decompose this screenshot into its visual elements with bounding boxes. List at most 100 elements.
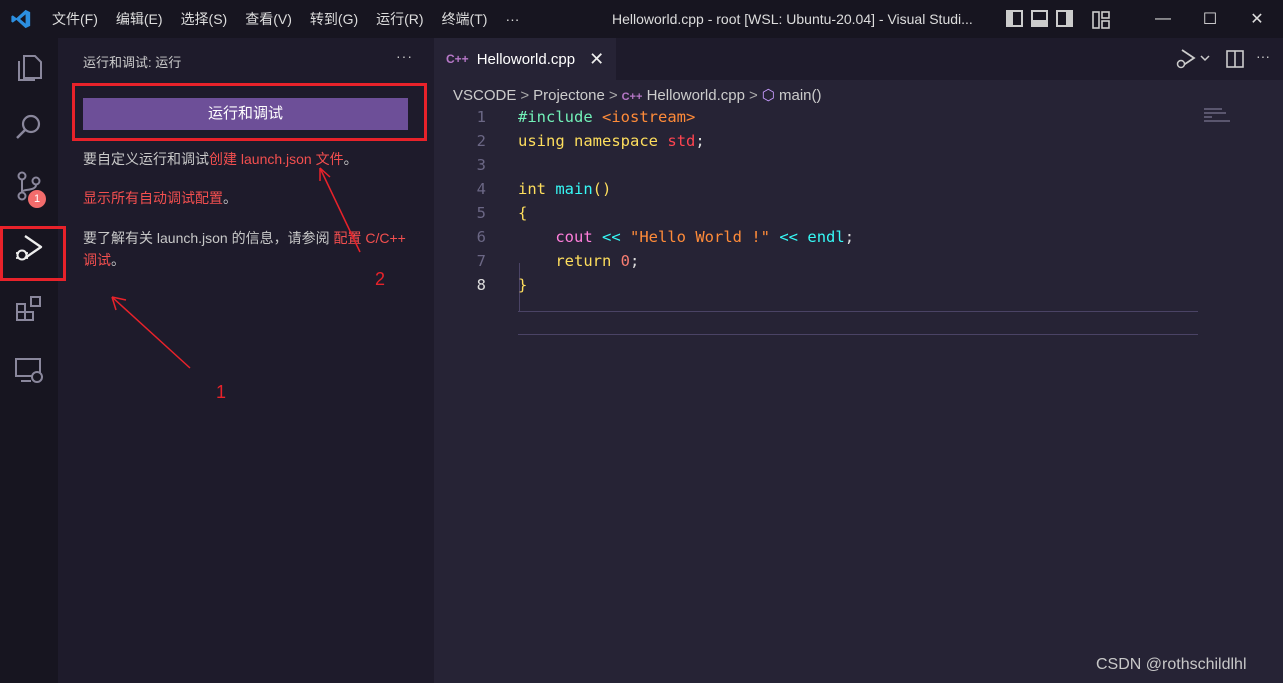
code-token: using — [518, 132, 565, 150]
tab-label: Helloworld.cpp — [476, 50, 576, 68]
breadcrumb-separator: > — [608, 87, 618, 104]
code-token: int — [518, 180, 546, 198]
code-token: <iostream> — [602, 108, 696, 126]
code-token: cout — [555, 228, 593, 246]
toggle-panel-icon[interactable] — [1031, 10, 1048, 27]
sidebar-title: 运行和调试: 运行 — [83, 55, 182, 70]
window-title: Helloworld.cpp - root [WSL: Ubuntu-20.04… — [612, 11, 973, 27]
code-line: 7 return 0; — [434, 252, 1283, 276]
menu-selection[interactable]: 选择(S) — [181, 9, 228, 29]
editor-more-button[interactable]: ··· — [1256, 48, 1270, 64]
line-number: 8 — [476, 276, 486, 294]
code-token: "Hello World !" — [630, 228, 770, 246]
show-auto-debug-link[interactable]: 显示所有自动调试配置 — [83, 190, 223, 206]
sidebar-more-button[interactable]: ··· — [396, 48, 413, 64]
watermark: CSDN @rothschildlhl — [1096, 656, 1247, 673]
line-number: 3 — [476, 156, 486, 174]
show-auto-debug-text: 显示所有自动调试配置。 — [83, 187, 418, 209]
code-token: ; — [630, 252, 640, 270]
search-button[interactable] — [0, 101, 58, 153]
code-token: } — [518, 276, 528, 294]
menu-view[interactable]: 查看(V) — [245, 9, 292, 29]
maximize-button[interactable]: ☐ — [1187, 0, 1233, 38]
code-line: 3 — [434, 156, 1283, 180]
line-number: 7 — [476, 252, 486, 270]
code-token: return — [555, 252, 612, 270]
menu-edit[interactable]: 编辑(E) — [116, 9, 163, 29]
editor-area: C++ Helloworld.cpp ✕ ··· VSCODE > Projecto… — [434, 38, 1283, 683]
annotation-number-1: 1 — [216, 382, 227, 402]
search-icon — [16, 114, 41, 139]
line-number: 2 — [476, 132, 486, 150]
customize-layout-icon[interactable] — [1091, 10, 1111, 30]
annotation-box-run-debug — [0, 226, 66, 281]
line-number: 6 — [476, 228, 486, 246]
method-cube-icon: ⬡ — [761, 87, 775, 104]
launch-info-text: 要了解有关 launch.json 的信息，请参阅 配置 C/C++ 调试。 — [83, 227, 418, 271]
code-token: << — [602, 228, 621, 246]
menu-bar: 文件(F) 编辑(E) 选择(S) 查看(V) 转到(G) 运行(R) 终端(T… — [52, 0, 537, 38]
activity-bar: 1 — [0, 38, 58, 683]
code-line: 5{ — [434, 204, 1283, 228]
code-line: 2 using namespace std; — [434, 132, 1283, 156]
code-token: ; — [695, 132, 705, 150]
create-launch-prefix: 要自定义运行和调试 — [83, 151, 209, 167]
breadcrumb-main[interactable]: main() — [779, 87, 822, 104]
vscode-logo-icon — [11, 9, 31, 29]
show-auto-debug-suffix: 。 — [223, 190, 237, 206]
code-line: 4 int main() — [434, 180, 1283, 204]
menu-terminal[interactable]: 终端(T) — [442, 9, 488, 29]
create-launch-suffix: 。 — [343, 151, 358, 167]
tab-close-icon[interactable]: ✕ — [589, 49, 604, 70]
create-launch-json-link[interactable]: 创建 launch.json 文件 — [209, 151, 344, 167]
close-window-button[interactable]: ✕ — [1234, 0, 1280, 38]
code-token: #include — [518, 108, 593, 126]
split-editor-icon[interactable] — [1226, 50, 1244, 68]
editor-tabs: C++ Helloworld.cpp ✕ ··· — [434, 38, 1283, 80]
run-file-icon[interactable] — [1174, 47, 1198, 71]
code-token: () — [592, 180, 612, 198]
breadcrumb-projectone[interactable]: Projectone — [533, 87, 605, 104]
source-control-button[interactable]: 1 — [0, 160, 58, 212]
code-token: main — [555, 180, 593, 198]
toggle-sidebar-icon[interactable] — [1006, 10, 1023, 27]
layout-controls — [1006, 10, 1111, 30]
line-number: 4 — [476, 180, 486, 198]
extensions-button[interactable] — [0, 283, 58, 335]
code-line: 1 #include <iostream> — [434, 108, 1283, 132]
launch-info-suffix: 。 — [111, 252, 125, 268]
toggle-secondary-sidebar-icon[interactable] — [1056, 10, 1073, 27]
explorer-button[interactable] — [0, 42, 58, 94]
launch-info-prefix: 要了解有关 launch.json 的信息，请参阅 — [83, 230, 334, 246]
menu-more[interactable]: ··· — [505, 11, 519, 27]
current-line-highlight — [518, 311, 1198, 335]
code-token: namespace — [574, 132, 659, 150]
code-line: 8} — [434, 276, 1283, 300]
breadcrumb-separator: > — [748, 87, 758, 104]
code-token: { — [518, 204, 528, 222]
annotation-box-run-button — [72, 83, 427, 141]
line-number: 1 — [476, 108, 486, 126]
code-token: << — [779, 228, 799, 246]
annotation-number-2: 2 — [375, 269, 386, 289]
code-line: 6 cout << "Hello World !" << endl; — [434, 228, 1283, 252]
menu-file[interactable]: 文件(F) — [52, 9, 98, 29]
minimize-button[interactable]: — — [1140, 0, 1186, 38]
code-token: 0 — [620, 252, 631, 270]
title-bar: 文件(F) 编辑(E) 选择(S) 查看(V) 转到(G) 运行(R) 终端(T… — [0, 0, 1283, 38]
breadcrumb-file[interactable]: Helloworld.cpp — [647, 87, 745, 104]
breadcrumb: VSCODE > Projectone > C++ Helloworld.cpp > ⬡ m… — [453, 86, 822, 104]
remote-explorer-button[interactable] — [0, 344, 58, 396]
menu-go[interactable]: 转到(G) — [310, 9, 358, 29]
breadcrumb-separator: > — [520, 87, 530, 104]
cpp-file-icon: C++ — [446, 52, 469, 66]
cpp-file-icon: C++ — [621, 91, 643, 103]
tab-helloworld-cpp[interactable]: C++ Helloworld.cpp ✕ — [434, 38, 616, 80]
menu-run[interactable]: 运行(R) — [376, 9, 423, 29]
scm-badge: 1 — [28, 190, 46, 208]
run-dropdown-icon[interactable] — [1200, 53, 1210, 63]
extensions-icon — [16, 296, 41, 321]
code-token: ; — [844, 228, 855, 246]
create-launch-text: 要自定义运行和调试创建 launch.json 文件。 — [83, 148, 418, 170]
breadcrumb-vscode[interactable]: VSCODE — [453, 87, 516, 104]
